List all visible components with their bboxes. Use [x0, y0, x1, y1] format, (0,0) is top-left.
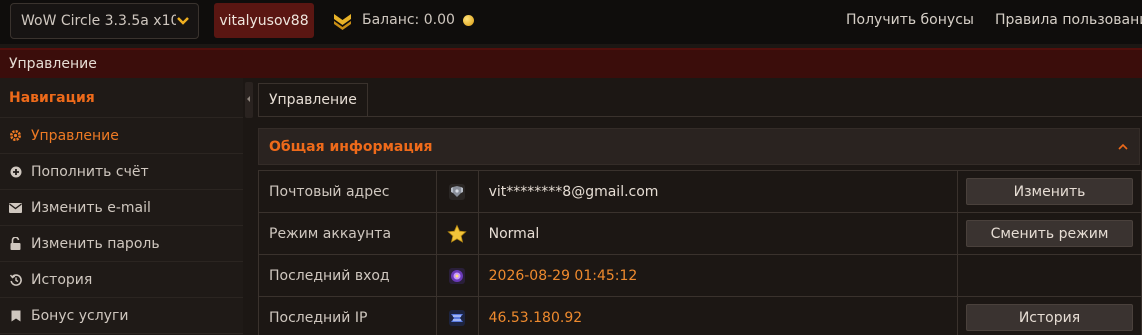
- user-badge[interactable]: vitalyusov88: [214, 3, 314, 38]
- rules-link[interactable]: Правила пользования: [995, 12, 1142, 28]
- table-row: Режим аккаунта Normal Сменить режим: [257, 212, 1142, 255]
- balance-text: Баланс: 0.00: [362, 12, 455, 28]
- tab-divider: [258, 116, 1142, 117]
- coin-icon: [462, 14, 474, 26]
- bookmark-icon: [9, 309, 22, 322]
- tab-manage[interactable]: Управление: [258, 83, 368, 116]
- row-label: Почтовый адрес: [257, 170, 438, 213]
- sidebar-item-label: Изменить e-mail: [31, 199, 151, 216]
- email-value: vit********8@gmail.com: [477, 170, 958, 213]
- sidebar-item-history[interactable]: История: [0, 262, 243, 298]
- row-label: Последний вход: [257, 254, 438, 297]
- network-icon: [449, 309, 466, 326]
- sidebar-heading: Навигация: [0, 78, 243, 118]
- chevron-down-icon: [176, 13, 190, 29]
- ip-history-button[interactable]: История: [965, 304, 1133, 331]
- change-email-button[interactable]: Изменить: [965, 178, 1133, 205]
- armor-icon: [449, 183, 466, 200]
- row-label: Режим аккаунта: [257, 212, 438, 255]
- last-ip-value: 46.53.180.92: [477, 296, 958, 335]
- section-band-title: Управление: [9, 56, 97, 72]
- get-bonuses-link[interactable]: Получить бонусы: [846, 12, 974, 28]
- sidebar-item-change-password[interactable]: Изменить пароль: [0, 226, 243, 262]
- username: vitalyusov88: [219, 12, 309, 29]
- sidebar-item-bonus-services[interactable]: Бонус услуги: [0, 298, 243, 334]
- server-select[interactable]: WoW Circle 3.3.5a x100: [10, 3, 199, 39]
- change-mode-button[interactable]: Сменить режим: [965, 220, 1133, 247]
- unlock-icon: [9, 237, 22, 250]
- sidebar-item-label: Управление: [31, 127, 119, 144]
- rank-chevron-icon: [334, 14, 351, 30]
- panel-header[interactable]: Общая информация: [258, 128, 1140, 165]
- table-row: Последний IP 46.53.180.92 История: [257, 296, 1142, 335]
- gear-icon: [9, 129, 22, 142]
- account-info-table: Почтовый адрес vit********8@gmail.com Из…: [257, 170, 1142, 335]
- portal-icon: [449, 267, 466, 284]
- table-row: Последний вход 2026-08-29 01:45:12: [257, 254, 1142, 297]
- panel-title: Общая информация: [269, 138, 433, 155]
- last-login-value: 2026-08-29 01:45:12: [477, 254, 958, 297]
- top-bar: WoW Circle 3.3.5a x100 vitalyusov88 Бала…: [0, 0, 1142, 44]
- sidebar-item-label: Пополнить счёт: [31, 163, 149, 180]
- sidebar-item-topup[interactable]: Пополнить счёт: [0, 154, 243, 190]
- row-label: Последний IP: [257, 296, 438, 335]
- sidebar-item-change-email[interactable]: Изменить e-mail: [0, 190, 243, 226]
- envelope-icon: [9, 201, 22, 214]
- balance: Баланс: 0.00: [362, 12, 474, 28]
- sidebar-item-label: Изменить пароль: [31, 235, 160, 252]
- sidebar-item-manage[interactable]: Управление: [0, 118, 243, 154]
- plus-circle-icon: [9, 165, 22, 178]
- table-row: Почтовый адрес vit********8@gmail.com Из…: [257, 170, 1142, 213]
- server-select-label: WoW Circle 3.3.5a x100: [21, 13, 189, 29]
- chevron-up-icon: [1118, 143, 1128, 150]
- account-mode-value: Normal: [477, 212, 958, 255]
- sidebar-collapse-handle[interactable]: [245, 82, 253, 118]
- history-icon: [9, 273, 22, 286]
- sidebar-item-label: История: [31, 271, 93, 288]
- star-icon: [447, 224, 468, 243]
- sidebar: Навигация Управление Пополнить счёт Изме…: [0, 78, 243, 335]
- tab-label: Управление: [269, 92, 357, 108]
- sidebar-item-label: Бонус услуги: [31, 307, 129, 324]
- section-band: Управление: [0, 48, 1142, 78]
